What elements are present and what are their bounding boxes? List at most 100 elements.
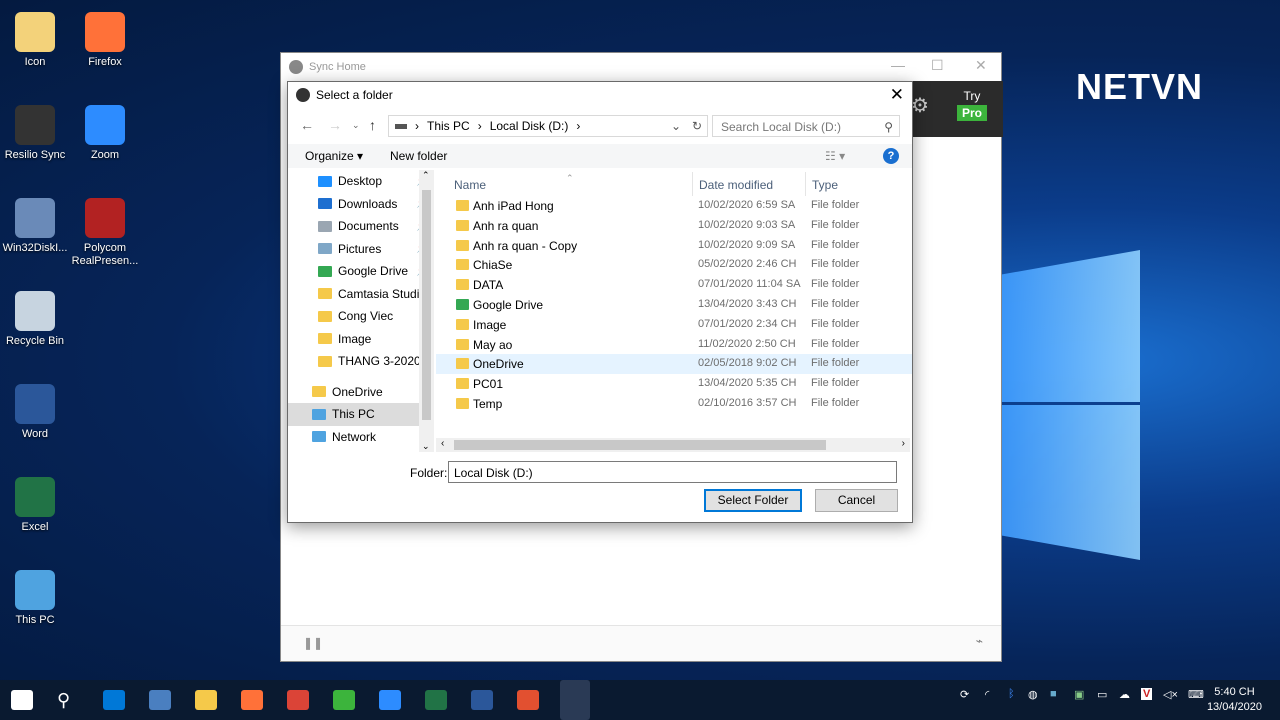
column-name[interactable]: Name xyxy=(454,178,486,192)
help-icon[interactable]: ? xyxy=(883,148,899,164)
power-icon[interactable]: ▭ xyxy=(1097,688,1107,701)
file-type: File folder xyxy=(811,377,860,390)
recent-dropdown[interactable]: ⌄ xyxy=(352,120,360,131)
folder-icon xyxy=(318,175,332,187)
desktop-icon[interactable]: Excel xyxy=(0,477,70,534)
file-row[interactable]: DATA 07/01/2020 11:04 SA File folder xyxy=(436,275,912,295)
excel-icon[interactable] xyxy=(425,690,447,710)
nav-scrollbar[interactable]: ⌃ ⌄ xyxy=(419,170,434,452)
breadcrumb-this-pc[interactable]: This PC xyxy=(427,119,470,133)
file-row[interactable]: Anh ra quan - Copy 10/02/2020 9:09 SA File… xyxy=(436,236,912,256)
volume-muted-icon[interactable]: ◁× xyxy=(1163,688,1178,701)
control-panel-icon[interactable] xyxy=(149,690,171,710)
chrome-icon[interactable] xyxy=(287,690,309,710)
camtasia-icon[interactable] xyxy=(333,690,355,710)
sync-tray-icon[interactable]: ⟳ xyxy=(960,688,969,701)
column-date[interactable]: Date modified xyxy=(692,172,773,196)
drive-icon xyxy=(395,123,407,129)
nav-item[interactable]: Network xyxy=(288,426,434,449)
address-bar[interactable]: › This PC › Local Disk (D:) › ⌄ ↻ xyxy=(388,115,708,137)
nav-item[interactable]: THANG 3-2020 xyxy=(288,350,434,373)
screen-recorder-icon[interactable] xyxy=(517,690,539,710)
app-tray-icon[interactable]: ■ xyxy=(1050,688,1057,700)
back-button[interactable]: ← xyxy=(300,117,314,133)
horizontal-scrollbar[interactable]: ‹ › xyxy=(436,438,910,452)
desktop-icon[interactable]: Win32DiskI... xyxy=(0,198,70,255)
zoom-icon[interactable] xyxy=(379,690,401,710)
minimize-button[interactable]: — xyxy=(891,57,905,73)
window-title: Sync Home xyxy=(309,61,366,73)
file-row[interactable]: OneDrive 02/05/2018 9:02 CH File folder xyxy=(436,354,912,375)
file-row[interactable]: Image 07/01/2020 2:34 CH File folder xyxy=(436,315,912,335)
nav-item[interactable]: Google Drive📌 xyxy=(288,260,434,283)
try-pro-button[interactable]: Try Pro xyxy=(956,89,987,121)
desktop-icon[interactable]: Firefox xyxy=(70,12,140,69)
gear-icon[interactable]: ⚙ xyxy=(911,93,929,118)
maximize-button[interactable]: ☐ xyxy=(931,57,944,74)
file-row[interactable]: Google Drive 13/04/2020 3:43 CH File folde… xyxy=(436,295,912,315)
organize-button[interactable]: Organize ▾ xyxy=(305,149,363,163)
nav-item[interactable]: Image xyxy=(288,328,434,351)
desktop-icon[interactable]: Recycle Bin xyxy=(0,291,70,348)
firefox-icon[interactable] xyxy=(241,690,263,710)
new-folder-button[interactable]: New folder xyxy=(390,149,447,163)
file-row[interactable]: ChiaSe 05/02/2020 2:46 CH File folder xyxy=(436,255,912,275)
word-icon[interactable] xyxy=(471,690,493,710)
close-button[interactable]: ✕ xyxy=(975,57,987,74)
network-tray-icon[interactable]: ◍ xyxy=(1028,688,1038,701)
breadcrumb-local-disk[interactable]: Local Disk (D:) xyxy=(490,119,569,133)
nav-item[interactable]: Downloads📌 xyxy=(288,193,434,216)
nav-item[interactable]: OneDrive xyxy=(288,381,434,404)
column-type[interactable]: Type xyxy=(805,172,838,196)
chevron-down-icon[interactable]: ⌄ xyxy=(671,119,681,133)
desktop-icon[interactable]: Zoom xyxy=(70,105,140,162)
search-input[interactable]: Search Local Disk (D:) ⚲ xyxy=(712,115,900,137)
file-date: 02/10/2016 3:57 CH xyxy=(698,396,797,409)
desktop-icon[interactable]: Word xyxy=(0,384,70,441)
desktop-icon[interactable]: Resilio Sync xyxy=(0,105,70,162)
store-icon[interactable] xyxy=(103,690,125,710)
nav-item[interactable]: Documents📌 xyxy=(288,215,434,238)
cancel-button[interactable]: Cancel xyxy=(815,489,898,512)
nav-item[interactable]: Pictures📌 xyxy=(288,238,434,261)
desktop-icon-label: Recycle Bin xyxy=(5,335,65,347)
resilio-sync-icon[interactable] xyxy=(560,680,590,720)
wifi-icon[interactable]: ◜ xyxy=(985,688,989,701)
clock[interactable]: 5:40 CH 13/04/2020 xyxy=(1207,685,1262,715)
up-button[interactable]: ↑ xyxy=(369,117,376,133)
nav-item[interactable]: Camtasia Studio xyxy=(288,283,434,306)
nav-item[interactable]: Desktop📌 xyxy=(288,170,434,193)
desktop-icon-label: Win32DiskI... xyxy=(2,242,68,254)
folder-icon xyxy=(312,386,326,398)
nav-item[interactable]: This PC xyxy=(288,403,434,426)
file-row[interactable]: Temp 02/10/2016 3:57 CH File folder xyxy=(436,394,912,414)
forward-button[interactable]: → xyxy=(328,117,342,133)
folder-input[interactable]: Local Disk (D:) xyxy=(448,461,897,483)
file-row[interactable]: PC01 13/04/2020 5:35 CH File folder xyxy=(436,374,912,394)
activity-icon[interactable]: ⌁ xyxy=(976,634,983,648)
folder-icon xyxy=(456,239,469,251)
select-folder-button[interactable]: Select Folder xyxy=(704,489,802,512)
app-icon xyxy=(15,477,55,517)
file-type: File folder xyxy=(811,238,860,251)
nav-item[interactable]: Cong Viec xyxy=(288,305,434,328)
pause-icon[interactable]: ❚❚ xyxy=(303,636,323,650)
search-icon[interactable]: ⚲ xyxy=(57,690,79,710)
file-explorer-icon[interactable] xyxy=(195,690,217,710)
app-icon xyxy=(85,12,125,52)
unikey-icon[interactable]: V xyxy=(1141,688,1153,700)
desktop-icon[interactable]: Polycom RealPresen... xyxy=(70,198,140,268)
desktop-icon[interactable]: Icon xyxy=(0,12,70,69)
view-options-icon[interactable]: ☷ ▾ xyxy=(825,149,845,163)
desktop-icon[interactable]: This PC xyxy=(0,570,70,627)
file-row[interactable]: Anh iPad Hong 10/02/2020 6:59 SA File fold… xyxy=(436,196,912,216)
file-row[interactable]: May ao 11/02/2020 2:50 CH File folder xyxy=(436,335,912,355)
file-row[interactable]: Anh ra quan 10/02/2020 9:03 SA File folder xyxy=(436,216,912,236)
close-icon[interactable]: ✕ xyxy=(890,85,904,105)
display-tray-icon[interactable]: ▣ xyxy=(1074,688,1084,701)
keyboard-icon[interactable]: ⌨ xyxy=(1188,688,1204,701)
bluetooth-icon[interactable]: ᛒ xyxy=(1008,688,1015,700)
refresh-icon[interactable]: ↻ xyxy=(692,119,702,133)
cloud-upload-icon[interactable]: ☁ xyxy=(1119,688,1130,701)
start-icon[interactable] xyxy=(11,690,33,710)
